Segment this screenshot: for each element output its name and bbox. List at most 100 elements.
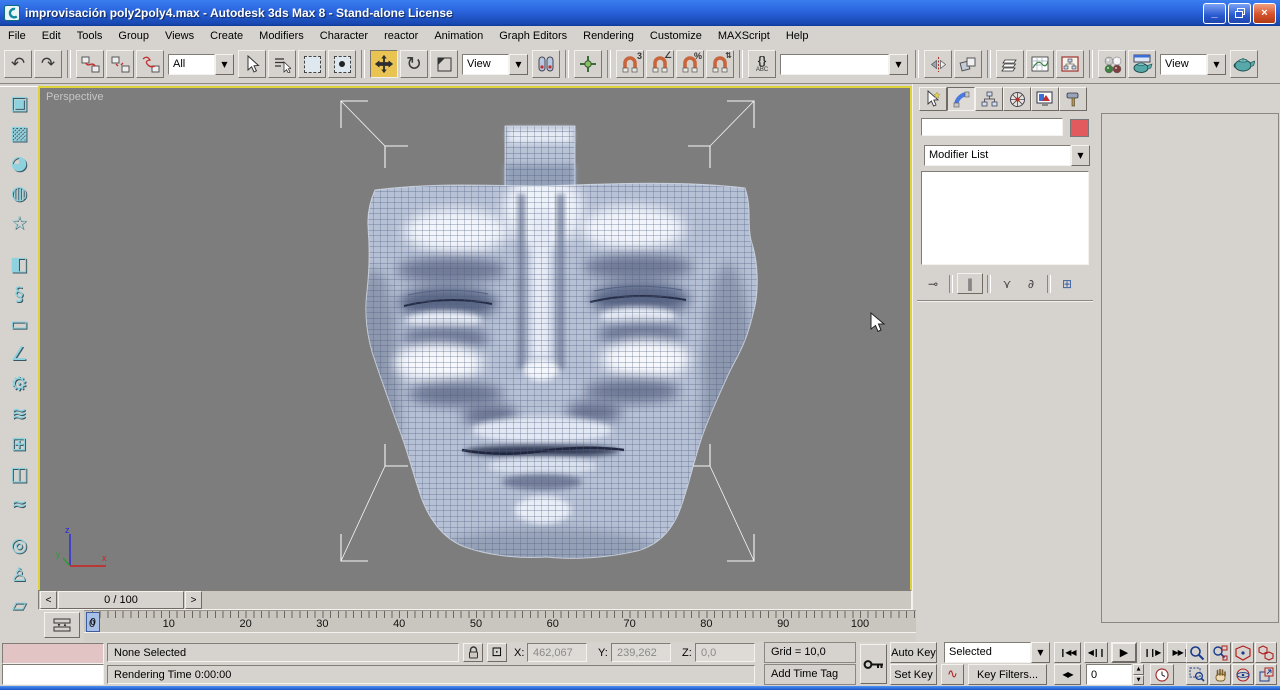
tab-create[interactable] (919, 87, 947, 111)
mirror-button[interactable] (924, 50, 952, 78)
angle-snap-toggle-button[interactable]: ∠ (646, 50, 674, 78)
reactor-cloth-collection-icon[interactable]: ▩ (4, 119, 34, 147)
key-filters-button[interactable]: Key Filters... (968, 664, 1047, 685)
render-scene-dialog-button[interactable] (1128, 50, 1156, 78)
next-frame-button[interactable]: ❙❙▶ (1140, 642, 1164, 663)
region-zoom-button[interactable] (1186, 664, 1208, 685)
spinner-snap-toggle-button[interactable]: ⇅ (706, 50, 734, 78)
reactor-hinge-icon[interactable]: ∠ (4, 340, 34, 368)
reactor-soft-body-collection-icon[interactable]: ◕ (4, 149, 34, 177)
reactor-water-icon[interactable]: ≈ (4, 490, 34, 518)
select-and-manipulate-button[interactable] (574, 50, 602, 78)
reactor-utilities-icon[interactable]: ▱ (4, 591, 34, 619)
menu-item[interactable]: Group (110, 27, 157, 45)
material-editor-button[interactable] (1098, 50, 1126, 78)
play-animation-button[interactable]: ▶ (1111, 642, 1137, 663)
menu-item[interactable]: MAXScript (710, 27, 778, 45)
reference-coordinate-system-dropdown[interactable]: View ▼ (462, 53, 528, 75)
selection-filter-dropdown[interactable]: All ▼ (168, 53, 234, 75)
reactor-dashpot-icon[interactable]: ▭ (4, 310, 34, 338)
time-prev-frame-button[interactable]: < (40, 591, 57, 609)
menu-item[interactable]: Animation (426, 27, 491, 45)
z-coordinate-field[interactable]: 0,0 (695, 643, 755, 662)
restore-button[interactable] (1228, 2, 1251, 24)
tab-hierarchy[interactable] (975, 87, 1003, 111)
face-mesh-object[interactable] (338, 98, 762, 566)
chevron-down-icon[interactable]: ▼ (889, 53, 908, 75)
menu-item[interactable]: Rendering (575, 27, 642, 45)
spinner-down-icon[interactable]: ▼ (1133, 674, 1144, 685)
current-frame-input[interactable] (1086, 664, 1132, 685)
bind-to-space-warp-button[interactable] (136, 50, 164, 78)
named-selection-sets-dropdown[interactable]: ▼ (780, 53, 908, 75)
percent-snap-toggle-button[interactable]: % (676, 50, 704, 78)
undo-button[interactable]: ↶ (4, 50, 32, 78)
menu-item[interactable]: Edit (34, 27, 69, 45)
tab-utilities[interactable] (1059, 87, 1087, 111)
go-to-start-button[interactable]: ❙◀◀ (1054, 642, 1081, 663)
reactor-plank-icon[interactable]: ◫ (4, 460, 34, 488)
select-and-move-button[interactable] (370, 50, 398, 78)
zoom-button[interactable] (1186, 642, 1208, 663)
make-unique-button[interactable]: ⋎ (995, 274, 1019, 293)
curve-editor-button[interactable] (1026, 50, 1054, 78)
chevron-down-icon[interactable]: ▼ (509, 53, 528, 75)
use-pivot-point-center-button[interactable] (532, 50, 560, 78)
reactor-preview-animation-icon[interactable]: ◎ (4, 531, 34, 559)
window-crossing-toggle-button[interactable] (328, 50, 356, 78)
set-keys-button[interactable] (860, 644, 887, 684)
reactor-deforming-mesh-icon[interactable]: ☆ (4, 209, 34, 237)
chevron-down-icon[interactable]: ▼ (1071, 145, 1090, 166)
show-end-result-button[interactable]: ‖ (957, 273, 983, 294)
configure-modifier-sets-button[interactable]: ⊞ (1055, 274, 1079, 293)
close-button[interactable]: × (1253, 2, 1276, 24)
menu-item[interactable]: File (0, 27, 34, 45)
chevron-down-icon[interactable]: ▼ (215, 53, 234, 75)
pan-view-button[interactable] (1209, 664, 1231, 685)
select-object-button[interactable] (238, 50, 266, 78)
time-next-frame-button[interactable]: > (185, 591, 202, 609)
track-bar-ruler[interactable]: 0 0 10 20 30 40 50 60 70 80 90 100 (84, 610, 916, 633)
reactor-create-ragdoll-icon[interactable]: ♙ (4, 561, 34, 589)
named-selection-input[interactable] (780, 53, 889, 75)
maxscript-macro-recorder-pane[interactable] (2, 643, 104, 664)
min-max-toggle-button[interactable] (1255, 664, 1277, 685)
track-bar-key-strip[interactable] (84, 632, 916, 642)
chevron-down-icon[interactable]: ▼ (1031, 642, 1050, 663)
set-key-button[interactable]: Set Key (890, 664, 937, 685)
menu-item[interactable]: Customize (642, 27, 710, 45)
rectangular-selection-region-button[interactable] (298, 50, 326, 78)
menu-item[interactable]: Modifiers (251, 27, 312, 45)
select-and-link-button[interactable] (76, 50, 104, 78)
unlink-selection-button[interactable] (106, 50, 134, 78)
align-button[interactable] (954, 50, 982, 78)
key-mode-dropdown[interactable]: Selected ▼ (944, 642, 1050, 663)
reactor-wind-icon[interactable]: ≋ (4, 400, 34, 428)
modifier-stack-list[interactable] (921, 171, 1089, 265)
select-and-scale-button[interactable] (430, 50, 458, 78)
absolute-offset-mode-toggle[interactable]: ⊡ (487, 643, 507, 662)
schematic-view-button[interactable] (1056, 50, 1084, 78)
x-coordinate-field[interactable]: 462,067 (527, 643, 587, 662)
menu-item[interactable]: Views (157, 27, 202, 45)
selection-lock-toggle[interactable] (463, 643, 483, 662)
render-type-dropdown[interactable]: View ▼ (1160, 53, 1226, 75)
tab-motion[interactable] (1003, 87, 1031, 111)
perspective-viewport[interactable]: Perspective z x y (38, 86, 912, 592)
minimize-button[interactable]: _ (1203, 2, 1226, 24)
zoom-all-button[interactable] (1209, 642, 1231, 663)
frame-spinner[interactable]: ▲ ▼ (1133, 664, 1144, 685)
remove-modifier-button[interactable]: ∂ (1019, 274, 1043, 293)
menu-item[interactable]: Create (202, 27, 251, 45)
open-mini-curve-editor-button[interactable] (44, 612, 80, 638)
reactor-fracture-icon[interactable]: ◧ (4, 250, 34, 278)
menu-item[interactable]: Graph Editors (491, 27, 575, 45)
reactor-rope-collection-icon[interactable]: ◍ (4, 179, 34, 207)
tab-display[interactable] (1031, 87, 1059, 111)
modifier-list-dropdown[interactable]: Modifier List ▼ (924, 145, 1090, 166)
menu-item[interactable]: Character (312, 27, 376, 45)
menu-item[interactable]: reactor (376, 27, 426, 45)
select-and-rotate-button[interactable]: ↻ (400, 50, 428, 78)
edit-named-selection-sets-button[interactable]: {} ABC (748, 50, 776, 78)
time-slider[interactable]: < 0 / 100 > (38, 590, 912, 610)
